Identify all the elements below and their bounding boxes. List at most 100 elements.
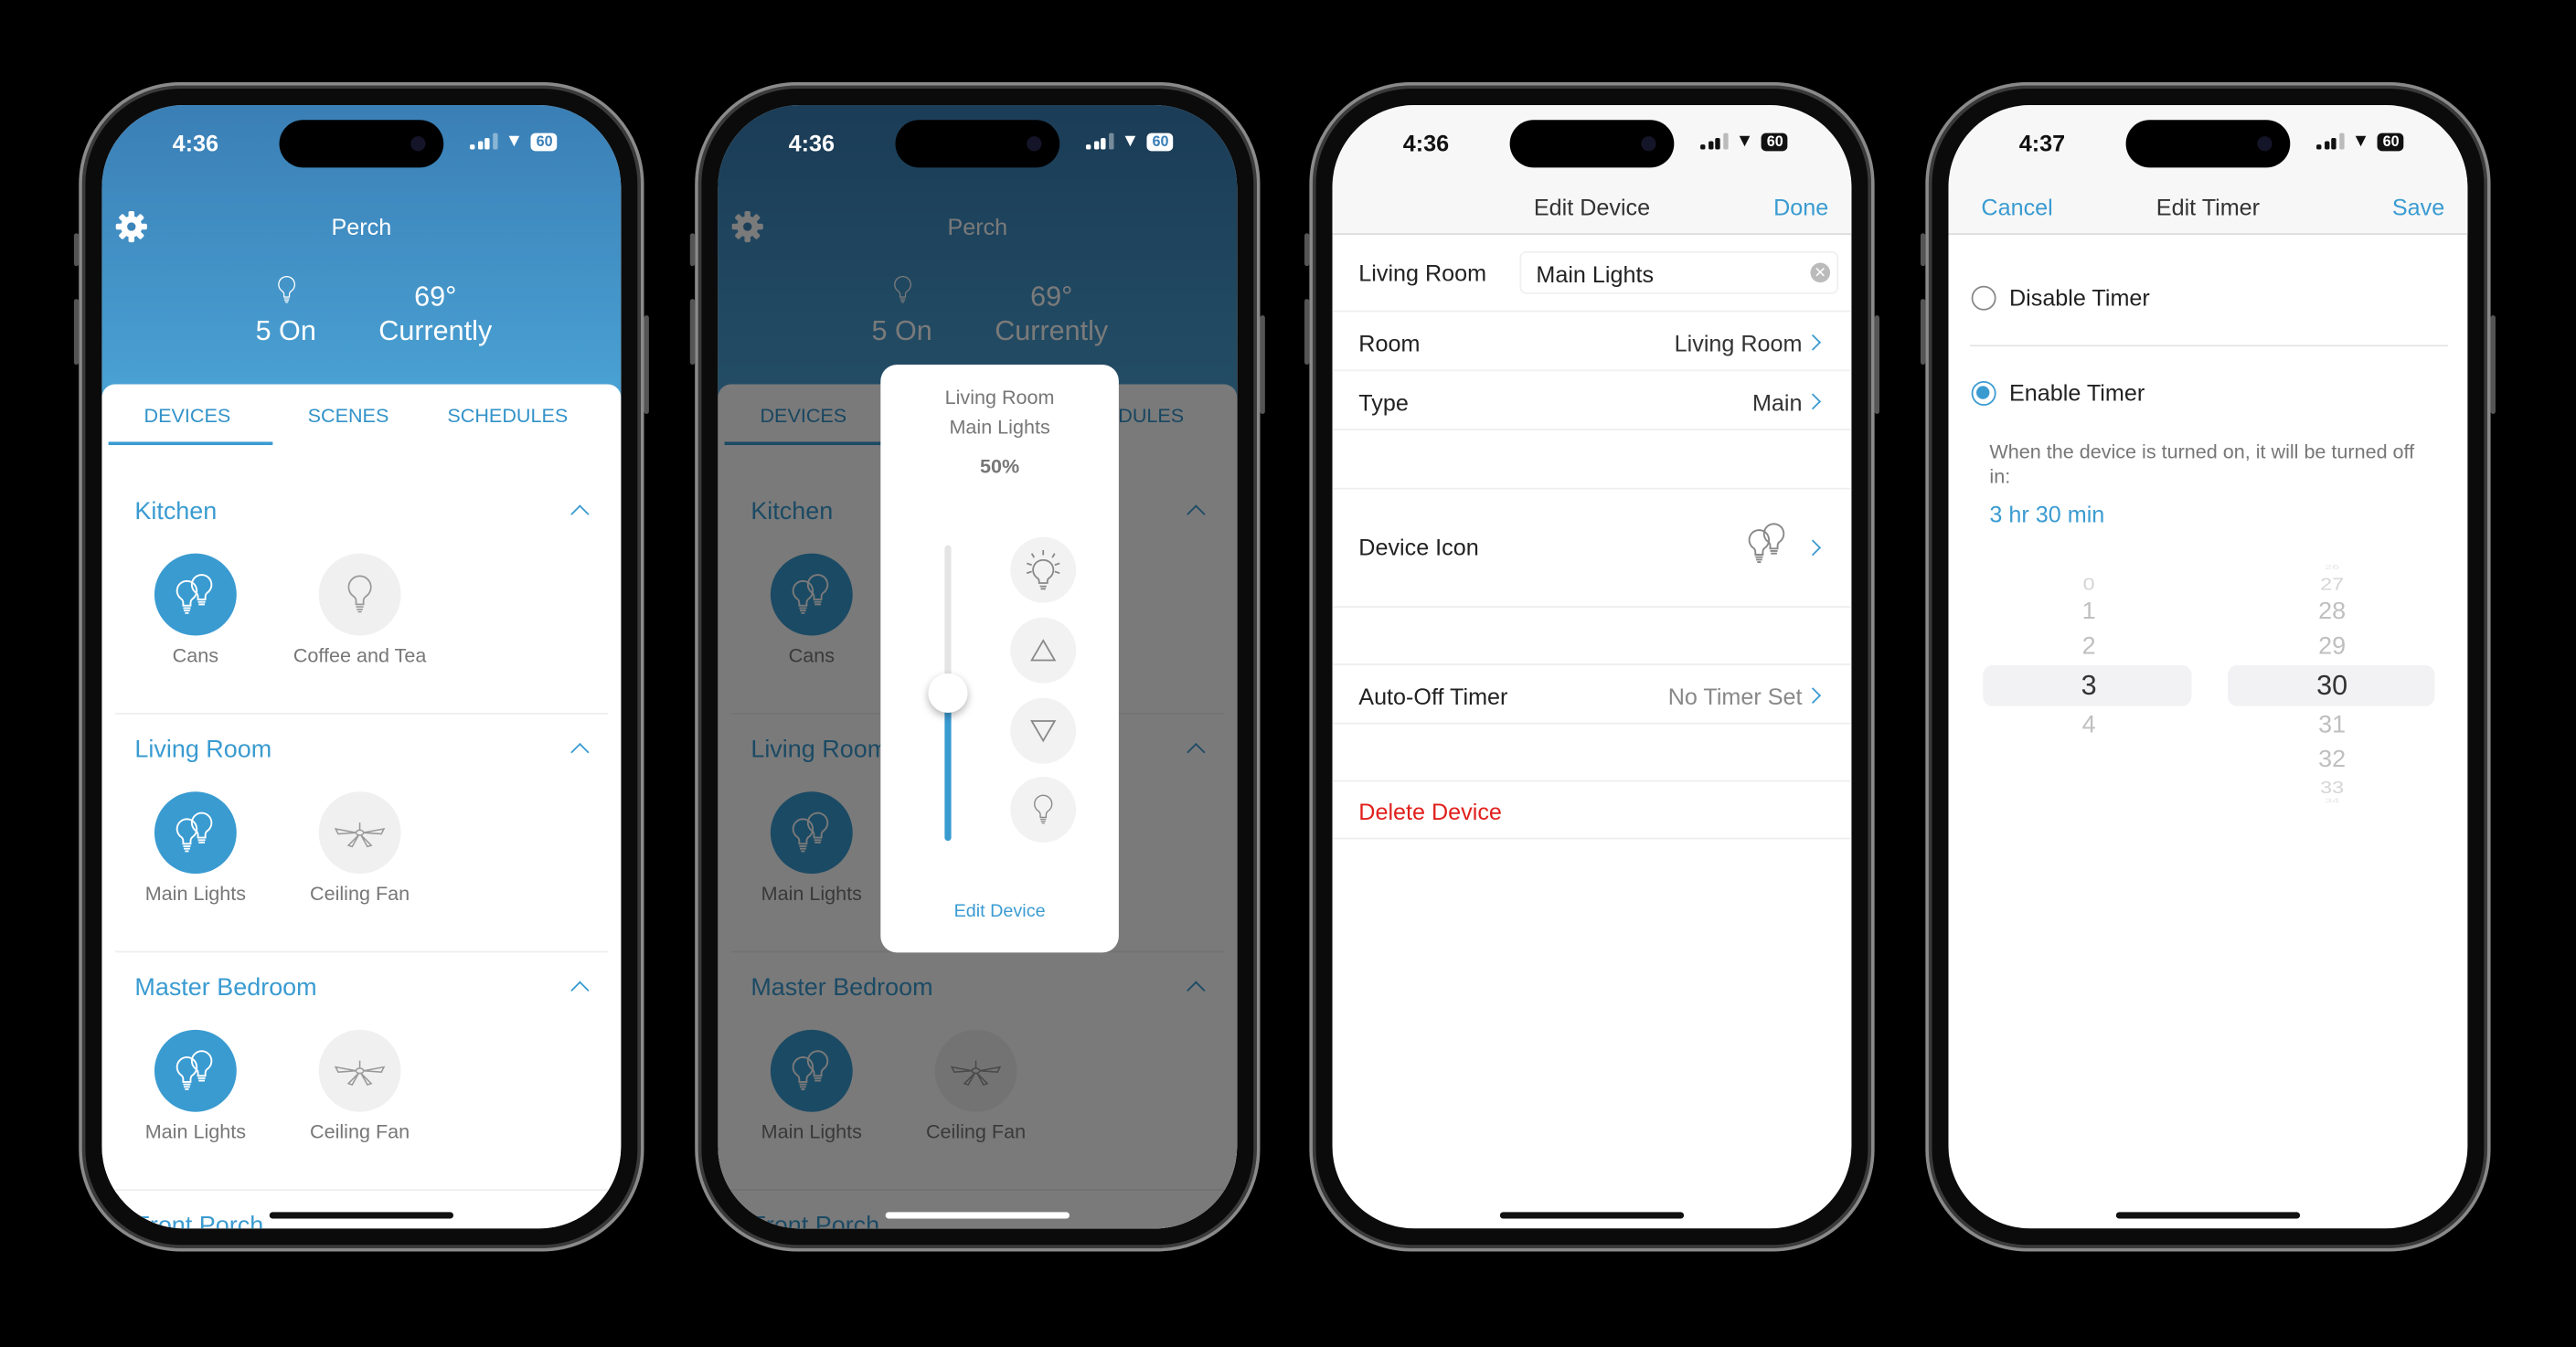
tab-schedules[interactable]: SCHEDULES <box>425 404 590 427</box>
spacer-row <box>1332 608 1852 665</box>
phone-edit-timer: 4:37 ▼ 60 Edit Timer Cancel Save Disable … <box>1920 81 2496 1252</box>
device-icon-label: Device Icon <box>1358 534 1479 560</box>
picker-option[interactable]: 27 <box>2228 573 2436 593</box>
ceiling-fan-icon <box>332 1055 388 1087</box>
brightness-slider[interactable] <box>928 545 968 842</box>
triangle-up-icon <box>1030 639 1057 662</box>
dynamic-island <box>895 120 1060 168</box>
home-indicator <box>269 1212 454 1219</box>
device-toggle[interactable] <box>154 791 237 875</box>
cancel-button[interactable]: Cancel <box>1981 194 2052 220</box>
device-label: Main Lights <box>144 1119 247 1143</box>
double-bulb-icon <box>171 571 220 617</box>
room-header-living-room[interactable]: Living Room <box>134 736 271 764</box>
picker-option[interactable]: 30 <box>2228 669 2436 702</box>
double-bulb-icon <box>1743 519 1793 568</box>
device-toggle[interactable] <box>318 553 401 636</box>
brightness-down-button[interactable] <box>1010 697 1077 764</box>
name-row: Living Room Main Lights ✕ <box>1332 237 1852 313</box>
device-toggle[interactable] <box>154 553 237 636</box>
wifi-icon: ▼ <box>1735 131 1754 152</box>
picker-option[interactable]: 4 <box>1985 710 2193 738</box>
picker-option[interactable]: 29 <box>2228 631 2436 660</box>
home-indicator <box>1499 1212 1685 1219</box>
save-button[interactable]: Save <box>2392 194 2444 220</box>
divider <box>114 712 608 715</box>
app-title: Perch <box>331 213 392 240</box>
home-screen: 4:36 ▼ 60 Perch 5 On 69° Currently DEVICE… <box>101 105 622 1229</box>
brightness-up-button[interactable] <box>1010 617 1077 684</box>
picker-option[interactable]: 0 <box>1985 573 2193 593</box>
ceiling-fan-icon <box>332 816 388 849</box>
dynamic-island <box>279 120 444 168</box>
picker-option[interactable]: 31 <box>2228 710 2436 738</box>
timer-label: Auto-Off Timer <box>1358 683 1508 710</box>
triangle-down-icon <box>1030 720 1057 743</box>
battery-icon: 60 <box>1147 132 1174 151</box>
double-bulb-icon <box>171 810 220 855</box>
edit-device-link[interactable]: Edit Device <box>880 902 1119 922</box>
spacer-row <box>1332 430 1852 490</box>
device-toggle[interactable] <box>318 1029 401 1112</box>
delete-device-button[interactable]: Delete Device <box>1332 781 1852 840</box>
type-value: Main <box>1751 388 1803 416</box>
picker-option[interactable]: 26 <box>2228 564 2436 571</box>
enable-timer-radio[interactable] <box>1971 380 1996 406</box>
picker-option[interactable]: 34 <box>2228 797 2436 804</box>
picker-option[interactable]: 28 <box>2228 598 2436 624</box>
room-header-master-bedroom[interactable]: Master Bedroom <box>134 974 316 1002</box>
disable-timer-radio[interactable] <box>1971 285 1996 311</box>
home-indicator <box>2115 1212 2301 1219</box>
status-icons: ▼ 60 <box>469 131 558 152</box>
device-name-input[interactable]: Main Lights ✕ <box>1519 250 1839 294</box>
spacer-row <box>1332 725 1852 782</box>
slider-thumb[interactable] <box>928 673 968 713</box>
timer-description: When the device is turned on, it will be… <box>1989 440 2415 488</box>
chevron-right-icon <box>1804 393 1822 410</box>
signal-icon <box>469 133 497 150</box>
divider <box>1969 345 2448 347</box>
turn-off-button[interactable] <box>1010 777 1077 843</box>
device-name-value: Main Lights <box>1536 260 1655 288</box>
wifi-icon: ▼ <box>505 131 524 152</box>
room-header-front-porch[interactable]: Front Porch <box>134 1212 263 1228</box>
picker-option[interactable]: 32 <box>2228 746 2436 772</box>
room-row[interactable]: Room Living Room <box>1332 312 1852 372</box>
divider <box>114 950 608 953</box>
done-button[interactable]: Done <box>1773 194 1828 220</box>
auto-off-timer-row[interactable]: Auto-Off Timer No Timer Set <box>1332 665 1852 725</box>
home-screen-dimmed: 4:36 ▼60 Perch 5 On 69° Currently DEVICE… <box>718 105 1238 1229</box>
device-label: Ceiling Fan <box>310 1119 410 1143</box>
full-brightness-button[interactable] <box>1010 536 1077 603</box>
room-header-kitchen[interactable]: Kitchen <box>134 498 217 526</box>
signal-icon <box>1700 133 1728 150</box>
device-label: Main Lights <box>144 882 247 906</box>
active-tab-indicator <box>108 441 273 446</box>
tab-devices[interactable]: DEVICES <box>105 404 270 427</box>
status-time: 4:36 <box>1402 129 1450 156</box>
tab-scenes[interactable]: SCENES <box>266 404 431 427</box>
chevron-right-icon <box>1804 687 1822 705</box>
device-toggle[interactable] <box>318 791 401 875</box>
chevron-right-icon <box>1804 539 1822 557</box>
picker-option[interactable]: 2 <box>1985 631 2193 660</box>
picker-option[interactable]: 3 <box>1985 669 2193 702</box>
wifi-icon: ▼ <box>1121 131 1140 152</box>
room-label: Room <box>1358 330 1421 356</box>
device-label: Coffee and Tea <box>293 643 427 667</box>
picker-option[interactable]: 1 <box>1985 598 2193 624</box>
bulb-off-icon <box>1032 793 1055 826</box>
enable-timer-label[interactable]: Enable Timer <box>2009 379 2145 406</box>
device-label: Cans <box>172 643 219 667</box>
disable-timer-label[interactable]: Disable Timer <box>2009 284 2150 311</box>
clear-icon[interactable]: ✕ <box>1810 262 1831 283</box>
popup-level: 50% <box>980 454 1020 478</box>
bulb-icon <box>345 573 374 616</box>
device-toggle[interactable] <box>154 1029 237 1112</box>
delete-label: Delete Device <box>1358 798 1502 825</box>
picker-option[interactable]: 33 <box>2228 777 2436 797</box>
type-row[interactable]: Type Main <box>1332 371 1852 430</box>
dimmer-popup: Living Room Main Lights 50% Edit Device <box>880 364 1119 953</box>
battery-icon: 60 <box>531 132 558 151</box>
device-icon-row[interactable]: Device Icon <box>1332 490 1852 608</box>
